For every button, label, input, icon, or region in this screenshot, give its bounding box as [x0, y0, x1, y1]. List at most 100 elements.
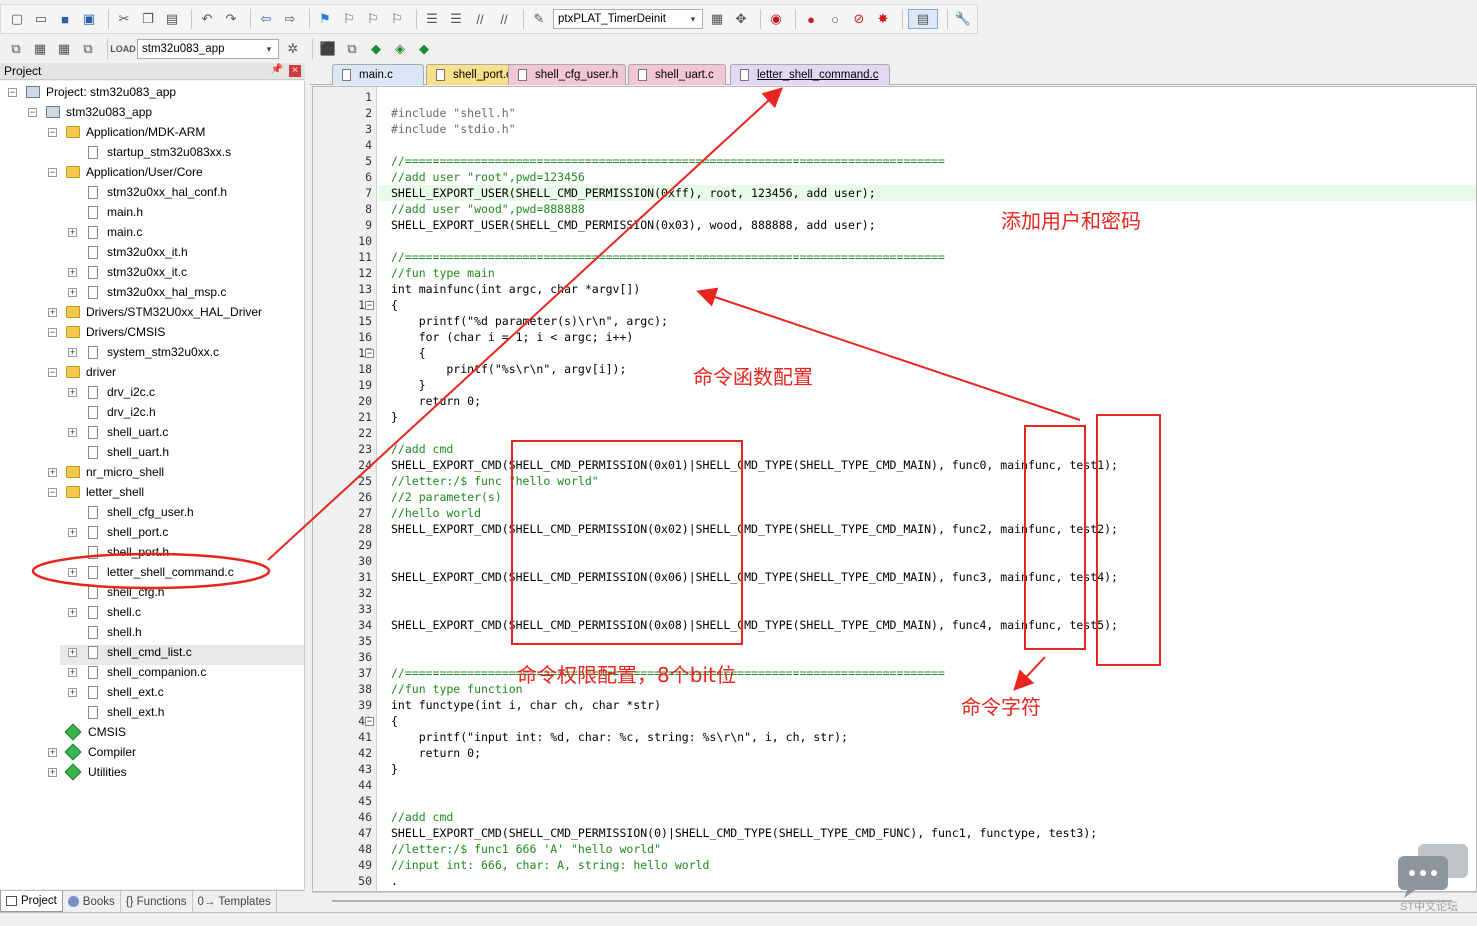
expand-icon[interactable]: + [68, 388, 77, 397]
code-line[interactable]: //add user "wood",pwd=888888 [391, 201, 585, 217]
code-line[interactable]: //add cmd [391, 441, 453, 457]
fold-toggle-icon[interactable]: − [365, 717, 374, 726]
code-line[interactable]: //hello world [391, 505, 481, 521]
tab-books[interactable]: Books [63, 891, 121, 912]
tree-item[interactable]: stm32u0xx_it.c [86, 262, 187, 282]
code-line[interactable]: { [391, 297, 398, 313]
tree-item[interactable]: stm32u083_app [46, 102, 152, 122]
code-editor[interactable]: 1234567891011121314−151617−1819202122232… [312, 86, 1477, 892]
code-line[interactable]: return 0; [391, 745, 481, 761]
code-line[interactable]: { [391, 345, 426, 361]
collapse-icon[interactable]: − [28, 108, 37, 117]
tree-item[interactable]: shell.c [86, 602, 141, 622]
tree-item[interactable]: stm32u0xx_hal_conf.h [86, 182, 227, 202]
scrollbar-thumb[interactable] [332, 900, 1452, 902]
collapse-icon[interactable]: − [48, 368, 57, 377]
expand-icon[interactable]: + [48, 748, 57, 757]
code-line[interactable]: //add user "root",pwd=123456 [391, 169, 585, 185]
tree-item[interactable]: shell.h [86, 622, 142, 642]
expand-icon[interactable]: + [48, 768, 57, 777]
code-line[interactable]: SHELL_EXPORT_CMD(SHELL_CMD_PERMISSION(0x… [391, 457, 1118, 473]
save-all-icon[interactable]: ▣ [79, 9, 99, 29]
code-line[interactable]: SHELL_EXPORT_CMD(SHELL_CMD_PERMISSION(0x… [391, 569, 1118, 585]
breakpoint-icon[interactable]: ● [801, 9, 821, 29]
fold-toggle-icon[interactable]: − [365, 301, 374, 310]
tree-item[interactable]: shell_cfg.h [86, 582, 164, 602]
tree-item[interactable]: shell_cfg_user.h [86, 502, 194, 522]
expand-icon[interactable]: + [68, 608, 77, 617]
code-line[interactable]: printf("%d parameter(s)\r\n", argc); [391, 313, 668, 329]
tree-item[interactable]: CMSIS [64, 722, 126, 742]
target-options-icon[interactable]: ✲ [283, 39, 303, 59]
select-packs-icon[interactable]: ◈ [390, 39, 410, 59]
code-line[interactable]: printf("input int: %d, char: %c, string:… [391, 729, 848, 745]
tree-item[interactable]: shell_companion.c [86, 662, 206, 682]
expand-icon[interactable]: + [68, 648, 77, 657]
tree-item[interactable]: driver [66, 362, 116, 382]
code-line[interactable]: #include "stdio.h" [391, 121, 516, 137]
comment-icon[interactable]: // [470, 9, 490, 29]
build-icon[interactable]: ▦ [30, 39, 50, 59]
editor-tab[interactable]: shell_port.c [426, 64, 512, 85]
code-line[interactable]: //letter:/$ func1 666 'A' "hello world" [391, 841, 661, 857]
tree-item[interactable]: shell_ext.h [86, 702, 164, 722]
code-line[interactable]: #include "shell.h" [391, 105, 516, 121]
breakpoint-kill-all-icon[interactable]: ✸ [873, 9, 893, 29]
editor-tab[interactable]: main.c [332, 64, 424, 85]
tree-item[interactable]: shell_uart.c [86, 422, 168, 442]
expand-icon[interactable]: + [68, 348, 77, 357]
tree-item[interactable]: letter_shell_command.c [86, 562, 234, 582]
tree-item[interactable]: drv_i2c.c [86, 382, 155, 402]
tree-item[interactable]: drv_i2c.h [86, 402, 156, 422]
tree-item[interactable]: system_stm32u0xx.c [86, 342, 219, 362]
tree-item[interactable]: shell_uart.h [86, 442, 169, 462]
debug-search-icon[interactable]: ◉ [766, 9, 786, 29]
open-file-icon[interactable]: ▭ [31, 9, 51, 29]
tab-templates[interactable]: 0→ Templates [193, 891, 277, 912]
tree-item[interactable]: main.c [86, 222, 142, 242]
tree-item[interactable]: Drivers/STM32U0xx_HAL_Driver [66, 302, 262, 322]
code-line[interactable]: } [391, 377, 426, 393]
expand-icon[interactable]: + [68, 428, 77, 437]
code-line[interactable]: printf("%s\r\n", argv[i]); [391, 361, 626, 377]
pin-icon[interactable]: 📌 [271, 64, 283, 75]
horizontal-scrollbar[interactable] [312, 892, 1477, 912]
tree-item[interactable]: nr_micro_shell [66, 462, 164, 482]
bookmark-prev-icon[interactable]: ⚐ [339, 9, 359, 29]
nav-back-icon[interactable]: ⇦ [256, 9, 276, 29]
close-icon[interactable]: × [289, 65, 301, 77]
breakpoint-disable-icon[interactable]: ○ [825, 9, 845, 29]
tree-item[interactable]: Application/User/Core [66, 162, 203, 182]
bookmark-clear-icon[interactable]: ⚐ [387, 9, 407, 29]
tree-item[interactable]: Compiler [64, 742, 136, 762]
nav-forward-icon[interactable]: ⇨ [280, 9, 300, 29]
code-line[interactable]: int mainfunc(int argc, char *argv[]) [391, 281, 640, 297]
tree-item[interactable]: shell_port.h [86, 542, 169, 562]
download-icon[interactable]: LOAD [110, 39, 136, 59]
collapse-icon[interactable]: − [48, 328, 57, 337]
cut-icon[interactable]: ✂ [114, 9, 134, 29]
collapse-icon[interactable]: − [48, 168, 57, 177]
fold-toggle-icon[interactable]: − [365, 349, 374, 358]
tree-item[interactable]: Utilities [64, 762, 127, 782]
collapse-icon[interactable]: − [48, 488, 57, 497]
bookmark-icon[interactable]: ⚑ [315, 9, 335, 29]
tree-item[interactable]: Application/MDK-ARM [66, 122, 205, 142]
undo-icon[interactable]: ↶ [197, 9, 217, 29]
code-line[interactable]: SHELL_EXPORT_CMD(SHELL_CMD_PERMISSION(0)… [391, 825, 1097, 841]
pack-installer-icon[interactable]: ◆ [366, 39, 386, 59]
save-icon[interactable]: ■ [55, 9, 75, 29]
redo-icon[interactable]: ↷ [221, 9, 241, 29]
unindent-icon[interactable]: ☰ [446, 9, 466, 29]
runtime-env-icon[interactable]: ◆ [414, 39, 434, 59]
code-line[interactable]: } [391, 409, 398, 425]
translate-icon[interactable]: ⧉ [6, 39, 26, 59]
tree-item[interactable]: stm32u0xx_it.h [86, 242, 188, 262]
expand-icon[interactable]: + [68, 528, 77, 537]
indent-icon[interactable]: ☰ [422, 9, 442, 29]
tree-item[interactable]: shell_ext.c [86, 682, 164, 702]
editor-tab[interactable]: letter_shell_command.c [730, 64, 890, 85]
code-line[interactable]: SHELL_EXPORT_USER(SHELL_CMD_PERMISSION(0… [391, 185, 876, 201]
code-line[interactable]: return 0; [391, 393, 481, 409]
rebuild-icon[interactable]: ▦ [54, 39, 74, 59]
